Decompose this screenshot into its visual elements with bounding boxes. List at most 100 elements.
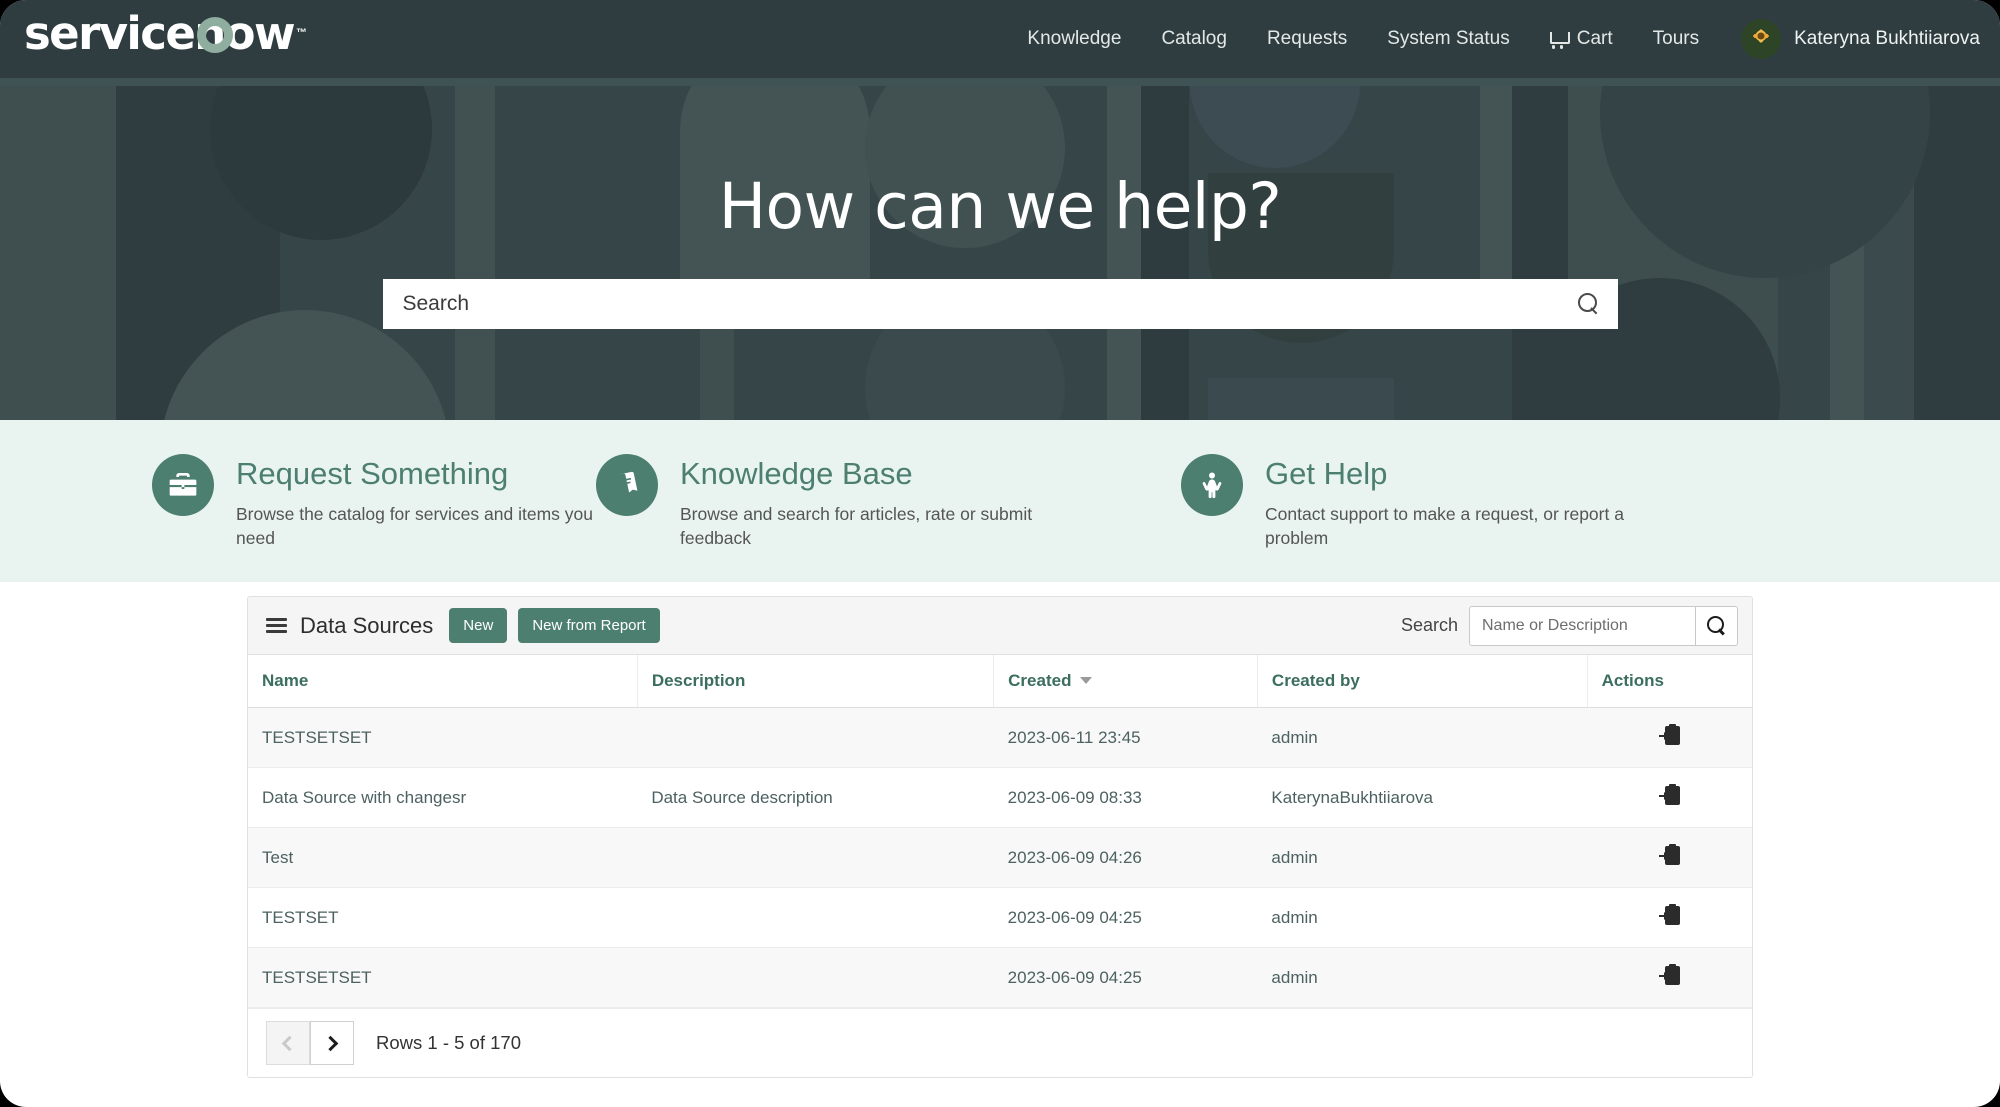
person-raised-arms-icon [1181, 454, 1243, 516]
quick-link-title: Get Help [1265, 458, 1635, 491]
column-header-actions: Actions [1587, 655, 1752, 708]
pagination-next-button[interactable] [310, 1021, 354, 1065]
panel-search-label: Search [1401, 615, 1458, 636]
table-head: Name Description Created Created by Acti [248, 655, 1752, 708]
quick-link-title: Knowledge Base [680, 458, 1040, 491]
cell-created: 2023-06-11 23:45 [994, 708, 1258, 768]
user-menu[interactable]: Kateryna Bukhtiiarova [1719, 19, 2000, 59]
cart-icon [1550, 31, 1570, 48]
table-row: TESTSETSET 2023-06-11 23:45 admin [248, 708, 1752, 768]
cell-actions [1587, 708, 1752, 768]
cell-created-by: admin [1257, 708, 1587, 768]
cell-name[interactable]: Data Source with changesr [248, 768, 637, 828]
column-header-description[interactable]: Description [637, 655, 993, 708]
panel-title: Data Sources [300, 613, 433, 639]
column-header-description-label: Description [652, 671, 746, 690]
primary-navigation: Knowledge Catalog Requests System Status… [1007, 0, 2000, 78]
cell-created: 2023-06-09 04:26 [994, 828, 1258, 888]
panel-search: Search [1401, 606, 1738, 646]
nav-item-system-status[interactable]: System Status [1367, 0, 1530, 78]
cell-description [637, 708, 993, 768]
data-sources-section: Data Sources New New from Report Search [0, 582, 2000, 1078]
cell-name[interactable]: TESTSET [248, 888, 637, 948]
load-data-icon[interactable] [1659, 784, 1680, 806]
load-data-icon[interactable] [1659, 904, 1680, 926]
quick-link-get-help[interactable]: Get Help Contact support to make a reque… [1136, 454, 1676, 551]
cell-description [637, 888, 993, 948]
column-header-name-label: Name [262, 671, 308, 690]
quick-link-knowledge-base[interactable]: Knowledge Base Browse and search for art… [596, 454, 1136, 551]
column-header-actions-label: Actions [1602, 671, 1664, 690]
cell-name[interactable]: Test [248, 828, 637, 888]
panel-search-input[interactable] [1469, 606, 1695, 646]
column-header-created-by-label: Created by [1272, 671, 1360, 690]
cell-description [637, 828, 993, 888]
logo-trademark: ™ [296, 27, 307, 39]
table-header-row: Name Description Created Created by Acti [248, 655, 1752, 708]
user-name: Kateryna Bukhtiiarova [1794, 28, 1980, 50]
quick-link-description: Browse and search for articles, rate or … [680, 502, 1040, 552]
cell-actions [1587, 888, 1752, 948]
hero-search-box[interactable] [383, 279, 1618, 329]
cell-actions [1587, 828, 1752, 888]
cell-description [637, 948, 993, 1008]
column-header-created[interactable]: Created [994, 655, 1258, 708]
load-data-icon[interactable] [1659, 724, 1680, 746]
cell-created-by: admin [1257, 948, 1587, 1008]
site-header: servicenow ™ Knowledge Catalog Requests … [0, 0, 2000, 78]
quick-link-description: Contact support to make a request, or re… [1265, 502, 1635, 552]
table-row: Data Source with changesr Data Source de… [248, 768, 1752, 828]
logo-ring-icon [197, 17, 233, 53]
column-header-created-by[interactable]: Created by [1257, 655, 1587, 708]
table-pagination: Rows 1 - 5 of 170 [248, 1008, 1752, 1077]
table-row: TESTSETSET 2023-06-09 04:25 admin [248, 948, 1752, 1008]
logo-text: servicenow [24, 7, 294, 60]
hamburger-icon[interactable] [266, 618, 287, 633]
pagination-prev-button[interactable] [266, 1021, 310, 1065]
cell-name[interactable]: TESTSETSET [248, 708, 637, 768]
cell-actions [1587, 768, 1752, 828]
panel-header: Data Sources New New from Report Search [248, 597, 1752, 655]
cell-actions [1587, 948, 1752, 1008]
search-icon [1707, 616, 1726, 635]
search-input[interactable] [403, 292, 1578, 316]
column-header-name[interactable]: Name [248, 655, 637, 708]
cell-name[interactable]: TESTSETSET [248, 948, 637, 1008]
cell-created-by: KaterynaBukhtiiarova [1257, 768, 1587, 828]
data-sources-table: Name Description Created Created by Acti [248, 655, 1752, 1008]
cell-description: Data Source description [637, 768, 993, 828]
load-data-icon[interactable] [1659, 844, 1680, 866]
chevron-right-icon [323, 1035, 339, 1051]
book-icon [596, 454, 658, 516]
search-icon[interactable] [1578, 293, 1600, 315]
cell-created: 2023-06-09 04:25 [994, 888, 1258, 948]
servicenow-logo[interactable]: servicenow ™ [24, 0, 294, 78]
quick-link-title: Request Something [236, 458, 596, 491]
cell-created-by: admin [1257, 888, 1587, 948]
avatar [1741, 19, 1781, 59]
chevron-left-icon [282, 1035, 298, 1051]
nav-item-knowledge[interactable]: Knowledge [1007, 0, 1141, 78]
cell-created: 2023-06-09 08:33 [994, 768, 1258, 828]
new-button[interactable]: New [449, 608, 507, 643]
nav-item-cart-label: Cart [1577, 0, 1613, 78]
load-data-icon[interactable] [1659, 964, 1680, 986]
rows-count-label: Rows 1 - 5 of 170 [376, 1032, 521, 1054]
panel-search-button[interactable] [1695, 606, 1738, 646]
data-sources-panel: Data Sources New New from Report Search [247, 596, 1753, 1078]
page-title: How can we help? [719, 170, 1282, 243]
nav-item-requests[interactable]: Requests [1247, 0, 1367, 78]
table-body: TESTSETSET 2023-06-11 23:45 admin Data S… [248, 708, 1752, 1008]
nav-item-catalog[interactable]: Catalog [1141, 0, 1247, 78]
nav-item-cart[interactable]: Cart [1530, 0, 1633, 78]
hero-content: How can we help? [0, 78, 2000, 420]
service-portal-page: servicenow ™ Knowledge Catalog Requests … [0, 0, 2000, 1107]
briefcase-icon [152, 454, 214, 516]
new-from-report-button[interactable]: New from Report [518, 608, 659, 643]
cell-created-by: admin [1257, 828, 1587, 888]
column-header-created-label: Created [1008, 671, 1071, 690]
hero-banner: How can we help? [0, 78, 2000, 420]
chevron-down-icon [1080, 677, 1092, 684]
quick-link-request-something[interactable]: Request Something Browse the catalog for… [96, 454, 596, 551]
nav-item-tours[interactable]: Tours [1633, 0, 1719, 78]
